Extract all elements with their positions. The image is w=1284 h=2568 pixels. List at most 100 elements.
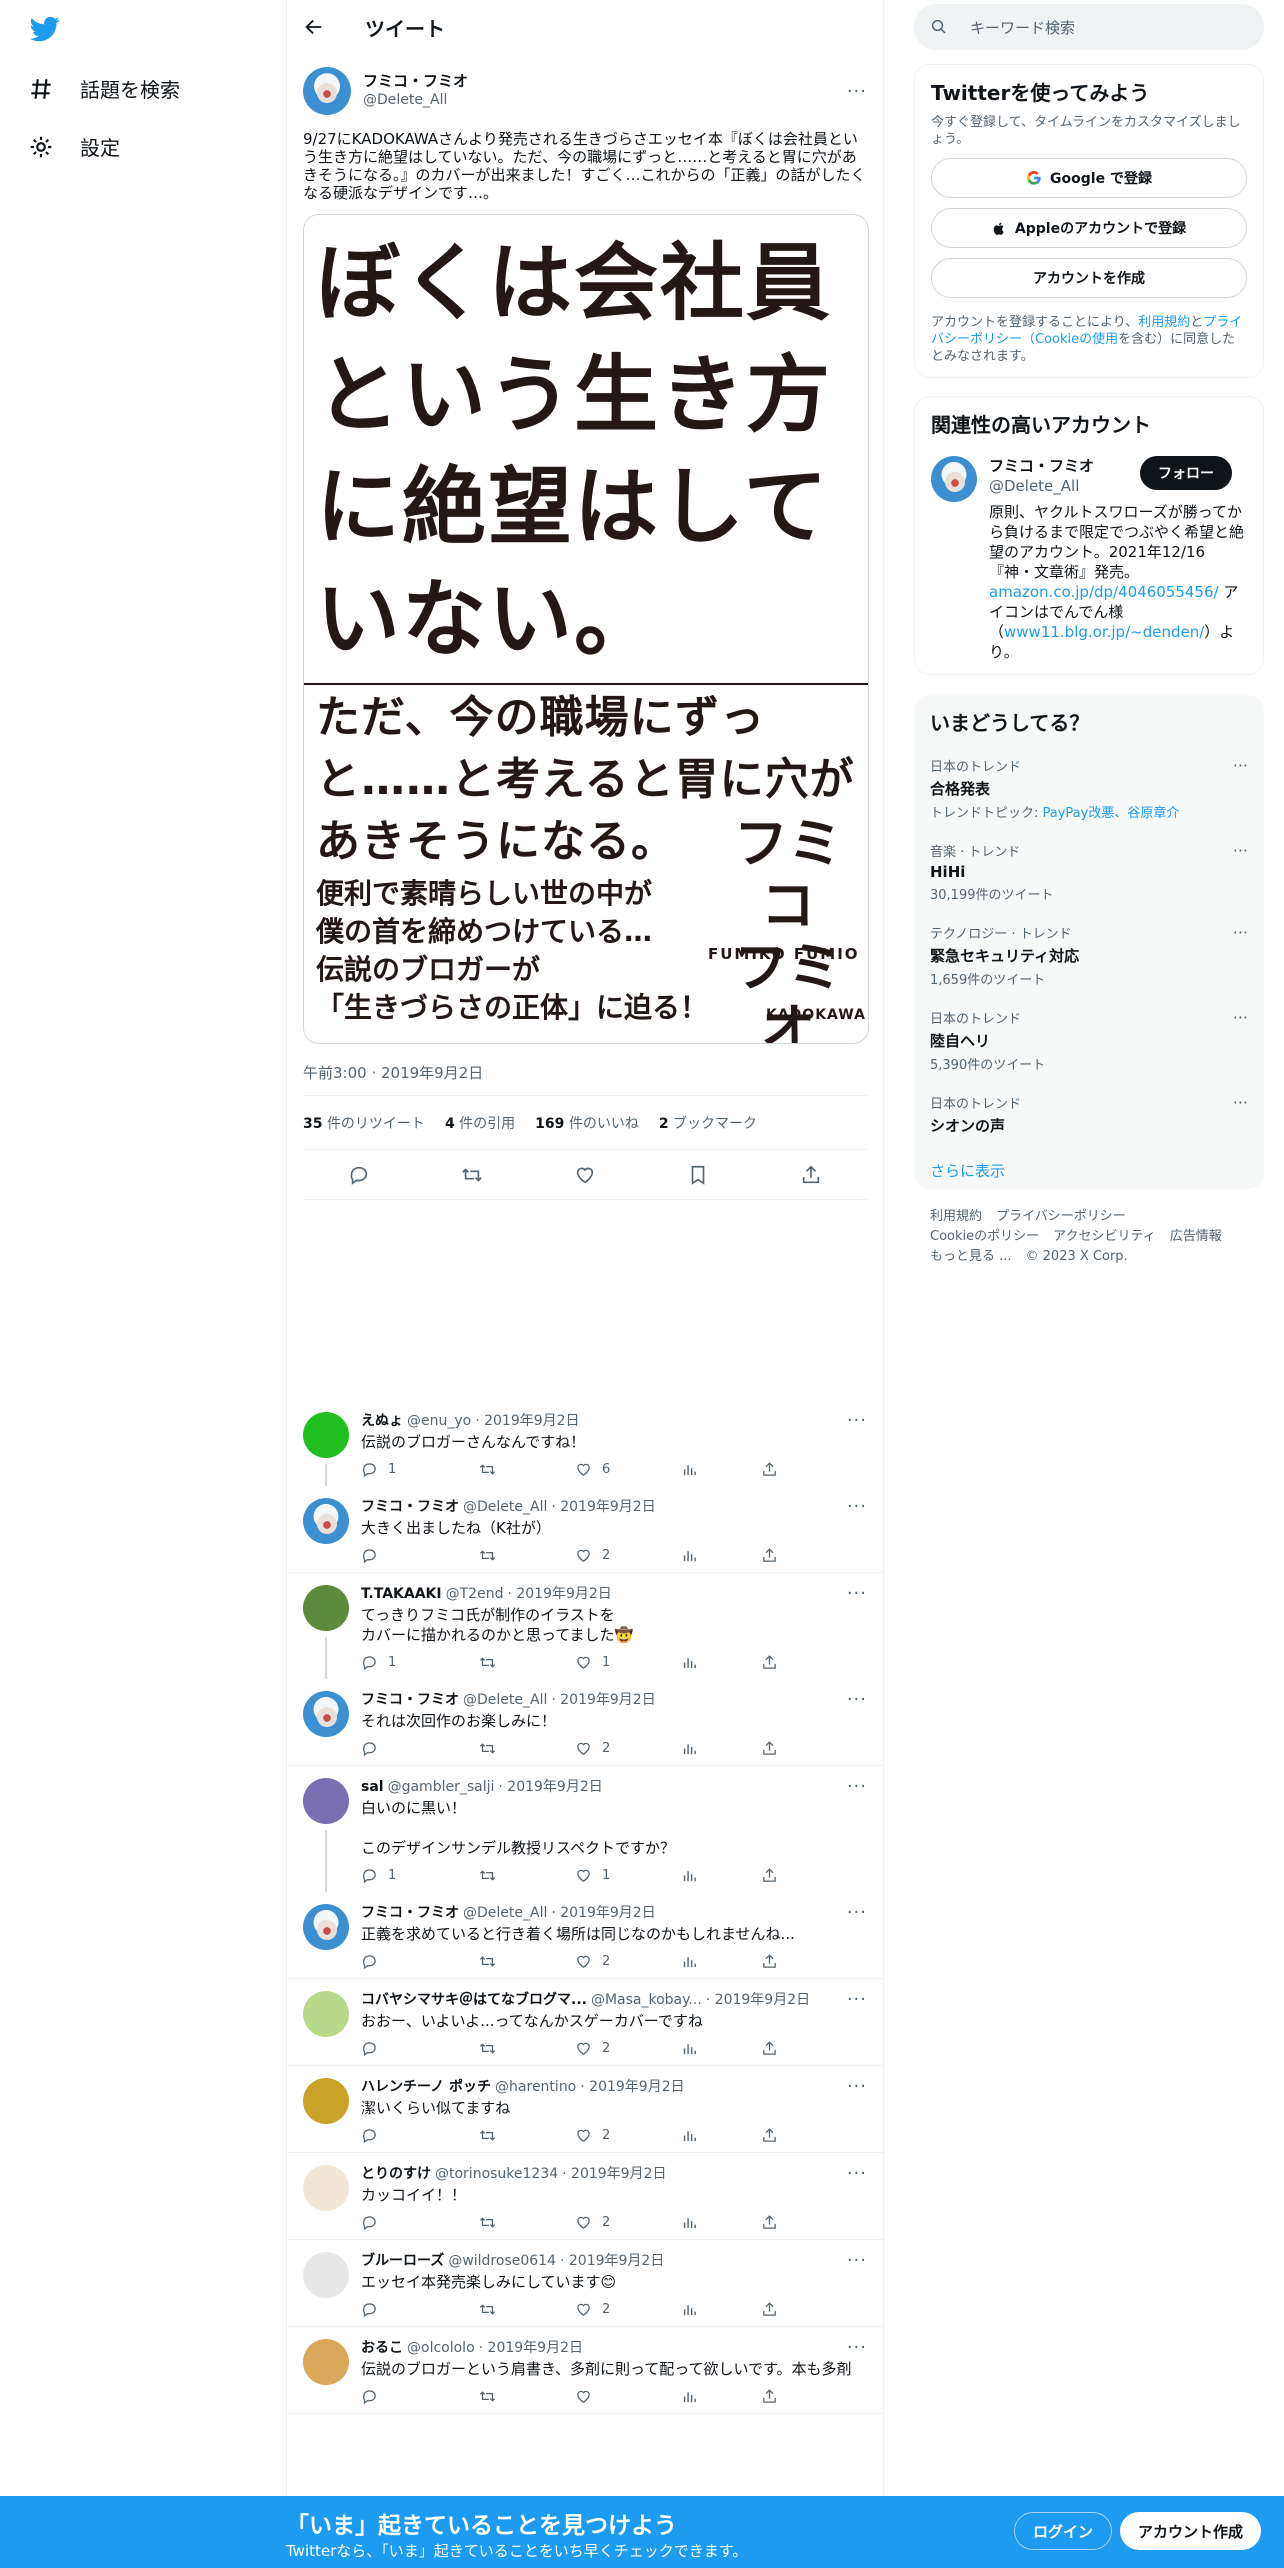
reply-author-handle[interactable]: @torinosuke1234 — [435, 2165, 558, 2185]
tweet-image[interactable]: ぼくは会社員という生き方に絶望はしていない。 ただ、今の職場にずっと……と考える… — [303, 214, 869, 1044]
like-button[interactable]: 1 — [575, 1867, 681, 1884]
reply-author-handle[interactable]: @Masa_kobay... — [591, 1991, 702, 2011]
more-icon[interactable]: ··· — [847, 2252, 867, 2272]
reply-button[interactable] — [361, 1953, 479, 1970]
tweet-timestamp[interactable]: 午前3:00 · 2019年9月2日 — [303, 1062, 867, 1096]
apple-signup-button[interactable]: Appleのアカウントで登録 — [931, 208, 1247, 248]
more-icon[interactable]: ··· — [1233, 1093, 1248, 1112]
reply-date[interactable]: · 2019年9月2日 — [551, 1691, 655, 1711]
reply-author-handle[interactable]: @harentino — [495, 2078, 576, 2098]
views-button[interactable] — [681, 1654, 761, 1671]
more-icon[interactable]: ··· — [847, 2339, 867, 2359]
reply-tweet[interactable]: T.TAKAAKI @T2end · 2019年9月2日 ··· てっきりフミコ氏が制作… — [287, 1573, 883, 1679]
follow-button[interactable]: フォロー — [1140, 456, 1232, 490]
reply-author-name[interactable]: ハレンチーノ ポッチ — [361, 2078, 491, 2098]
signup-button[interactable]: アカウント作成 — [1120, 2512, 1262, 2550]
reply-date[interactable]: · 2019年9月2日 — [580, 2078, 684, 2098]
views-button[interactable] — [681, 1461, 761, 1478]
retweet-count[interactable]: 35 件のリツイート — [303, 1113, 425, 1133]
login-button[interactable]: ログイン — [1014, 2512, 1113, 2550]
like-button[interactable] — [575, 2388, 681, 2405]
share-button[interactable] — [761, 2388, 778, 2405]
author-handle[interactable]: @Delete_All — [363, 91, 468, 110]
google-signup-button[interactable]: Google で登録 — [931, 158, 1247, 198]
reply-author-handle[interactable]: @wildrose0614 — [448, 2252, 556, 2272]
quote-count[interactable]: 4 件の引用 — [445, 1113, 515, 1133]
views-button[interactable] — [681, 2388, 761, 2405]
avatar[interactable] — [303, 1991, 349, 2037]
reply-button[interactable]: 1 — [361, 1867, 479, 1884]
reply-author-name[interactable]: コバヤシマサキ＠はてなブログマ... — [361, 1991, 587, 2011]
footer-link[interactable]: Cookieのポリシー — [930, 1229, 1039, 1244]
reply-button[interactable] — [361, 2301, 479, 2318]
like-icon[interactable] — [574, 1164, 596, 1186]
reply-author-name[interactable]: T.TAKAAKI — [361, 1585, 442, 1605]
reply-button[interactable]: 1 — [361, 1654, 479, 1671]
cookie-link[interactable]: （Cookieの使用 — [1022, 332, 1118, 347]
reply-tweet[interactable]: フミコ・フミオ @Delete_All · 2019年9月2日 ··· それは次回作のお… — [287, 1679, 883, 1766]
retweet-button[interactable] — [479, 1740, 575, 1757]
views-button[interactable] — [681, 2214, 761, 2231]
reply-tweet[interactable]: コバヤシマサキ＠はてなブログマ... @Masa_kobay... · 2019年9… — [287, 1979, 883, 2066]
reply-button[interactable] — [361, 2214, 479, 2231]
reply-author-handle[interactable]: @Delete_All — [463, 1691, 547, 1711]
more-icon[interactable]: ··· — [847, 1991, 867, 2011]
nav-explore[interactable]: 話題を検索 — [28, 74, 180, 103]
avatar[interactable] — [303, 1412, 349, 1458]
more-icon[interactable]: ··· — [1233, 841, 1248, 860]
share-button[interactable] — [761, 2301, 778, 2318]
reply-author-name[interactable]: フミコ・フミオ — [361, 1691, 459, 1711]
like-button[interactable]: 2 — [575, 2127, 681, 2144]
reply-date[interactable]: · 2019年9月2日 — [562, 2165, 666, 2185]
like-button[interactable]: 6 — [575, 1461, 681, 1478]
reply-date[interactable]: · 2019年9月2日 — [560, 2252, 664, 2272]
reply-author-name[interactable]: おるこ — [361, 2339, 403, 2359]
retweet-button[interactable] — [479, 2301, 575, 2318]
terms-link[interactable]: 利用規約 — [1138, 315, 1190, 330]
reply-author-name[interactable]: フミコ・フミオ — [361, 1498, 459, 1518]
reply-date[interactable]: · 2019年9月2日 — [551, 1498, 655, 1518]
reply-tweet[interactable]: フミコ・フミオ @Delete_All · 2019年9月2日 ··· 正義を求めている… — [287, 1892, 883, 1979]
reply-author-name[interactable]: とりのすけ — [361, 2165, 431, 2185]
avatar[interactable] — [303, 2078, 349, 2124]
back-arrow-icon[interactable] — [303, 16, 325, 38]
retweet-button[interactable] — [479, 1867, 575, 1884]
views-button[interactable] — [681, 2301, 761, 2318]
retweet-button[interactable] — [479, 1953, 575, 1970]
share-icon[interactable] — [800, 1164, 822, 1186]
bio-link-denden[interactable]: www11.blg.or.jp/~denden/ — [1004, 623, 1204, 641]
like-button[interactable]: 2 — [575, 2301, 681, 2318]
search-input[interactable]: キーワード検索 — [914, 4, 1264, 50]
share-button[interactable] — [761, 1461, 778, 1478]
retweet-button[interactable] — [479, 2040, 575, 2057]
reply-author-name[interactable]: ブルーローズ — [361, 2252, 444, 2272]
reply-date[interactable]: · 2019年9月2日 — [479, 2339, 583, 2359]
reply-tweet[interactable]: フミコ・フミオ @Delete_All · 2019年9月2日 ··· 大きく出ましたね… — [287, 1486, 883, 1573]
reply-author-handle[interactable]: @Delete_All — [463, 1498, 547, 1518]
reply-tweet[interactable]: ハレンチーノ ポッチ @harentino · 2019年9月2日 ··· 潔いくらい似… — [287, 2066, 883, 2153]
views-button[interactable] — [681, 1867, 761, 1884]
more-icon[interactable]: ··· — [1233, 1008, 1248, 1027]
more-icon[interactable]: ··· — [847, 1778, 867, 1798]
like-button[interactable]: 2 — [575, 1547, 681, 1564]
more-icon[interactable]: ··· — [847, 1904, 867, 1924]
share-button[interactable] — [761, 1654, 778, 1671]
avatar[interactable] — [303, 1691, 349, 1737]
more-icon[interactable]: ··· — [1233, 923, 1248, 942]
bookmark-count[interactable]: 2 ブックマーク — [659, 1113, 757, 1133]
reply-tweet[interactable]: おるこ @olcololo · 2019年9月2日 ··· 伝説のブロガーという肩書き、… — [287, 2327, 883, 2414]
retweet-button[interactable] — [479, 1547, 575, 1564]
reply-button[interactable] — [361, 2388, 479, 2405]
avatar[interactable] — [931, 456, 977, 502]
reply-author-handle[interactable]: @olcololo — [407, 2339, 475, 2359]
footer-link[interactable]: 広告情報 — [1170, 1229, 1222, 1244]
share-button[interactable] — [761, 1867, 778, 1884]
reply-author-name[interactable]: フミコ・フミオ — [361, 1904, 459, 1924]
share-button[interactable] — [761, 2040, 778, 2057]
twitter-logo-icon[interactable] — [28, 14, 62, 44]
reply-button[interactable] — [361, 1547, 479, 1564]
share-button[interactable] — [761, 1547, 778, 1564]
avatar[interactable] — [303, 67, 351, 115]
trend-item[interactable]: 日本のトレンド 合格発表 トレンドトピック: PayPay改悪、谷原章介 ··· — [930, 756, 1248, 821]
share-button[interactable] — [761, 1953, 778, 1970]
